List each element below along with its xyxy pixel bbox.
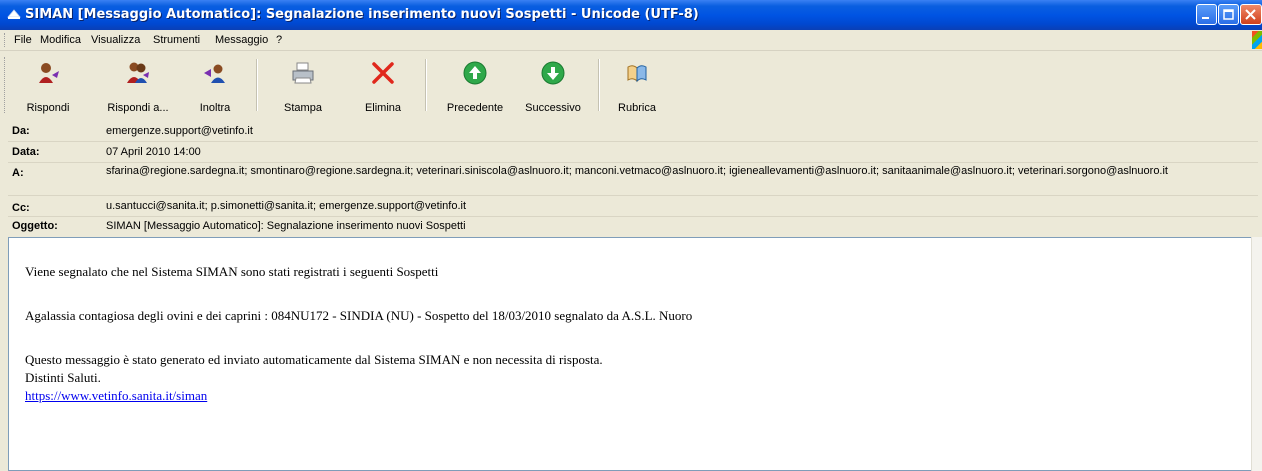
- delete-icon: [372, 62, 394, 84]
- maximize-button[interactable]: [1218, 4, 1239, 25]
- toolbar-separator: [425, 59, 427, 111]
- reply-all-label: Rispondi a...: [107, 102, 169, 114]
- outlook-express-icon: [7, 9, 21, 19]
- toolbar-separator: [598, 59, 600, 111]
- menu-strumenti[interactable]: Strumenti: [153, 34, 200, 46]
- arrow-down-icon: [541, 61, 565, 85]
- close-button[interactable]: [1240, 4, 1262, 25]
- date-label: Data:: [12, 146, 40, 158]
- from-label: Da:: [12, 125, 30, 137]
- cc-label: Cc:: [12, 202, 30, 214]
- body-line: Agalassia contagiosa degli ovini e dei c…: [25, 308, 693, 323]
- vertical-scrollbar[interactable]: [1251, 237, 1262, 471]
- minimize-icon: [1202, 17, 1209, 19]
- from-value: emergenze.support@vetinfo.it: [106, 125, 253, 137]
- delete-label: Elimina: [364, 102, 402, 114]
- windows-logo-icon: [1252, 31, 1262, 49]
- menu-bar: File Modifica Visualizza Strumenti Messa…: [0, 30, 1262, 51]
- maximize-icon: [1223, 9, 1234, 20]
- reply-all-icon: [127, 62, 149, 83]
- printer-icon: [292, 62, 314, 84]
- toolbar: Rispondi Rispondi a... Inoltra Stampa El…: [0, 51, 1262, 120]
- next-button[interactable]: Successivo: [518, 51, 588, 119]
- menu-file[interactable]: File: [14, 34, 32, 46]
- subject-value: SIMAN [Messaggio Automatico]: Segnalazio…: [106, 220, 466, 232]
- reply-icon: [39, 63, 59, 83]
- toolbar-grip[interactable]: [4, 57, 8, 113]
- forward-button[interactable]: Inoltra: [190, 51, 240, 119]
- toolbar-separator: [256, 59, 258, 111]
- menu-modifica[interactable]: Modifica: [40, 34, 81, 46]
- arrow-up-icon: [463, 61, 487, 85]
- menu-messaggio[interactable]: Messaggio: [215, 34, 268, 46]
- cc-value: u.santucci@sanita.it; p.simonetti@sanita…: [106, 200, 467, 212]
- message-headers: Da: emergenze.support@vetinfo.it Data: 0…: [8, 119, 1262, 236]
- reply-button[interactable]: Rispondi: [20, 51, 76, 119]
- forward-icon: [204, 64, 225, 83]
- to-label: A:: [12, 167, 24, 179]
- forward-label: Inoltra: [199, 102, 231, 114]
- body-line: Viene segnalato che nel Sistema SIMAN so…: [25, 264, 439, 279]
- address-book-button[interactable]: Rubrica: [612, 51, 662, 119]
- menu-grip[interactable]: [4, 33, 8, 47]
- next-label: Successivo: [525, 102, 581, 114]
- header-divider: [8, 216, 1258, 217]
- previous-button[interactable]: Precedente: [440, 51, 510, 119]
- address-book-icon: [627, 65, 647, 83]
- date-value: 07 April 2010 14:00: [106, 146, 201, 158]
- reply-label: Rispondi: [26, 102, 70, 114]
- left-frame: [0, 119, 8, 471]
- body-line: Questo messaggio è stato generato ed inv…: [25, 352, 603, 367]
- message-body[interactable]: Viene segnalato che nel Sistema SIMAN so…: [8, 237, 1252, 471]
- title-bar[interactable]: SIMAN [Messaggio Automatico]: Segnalazio…: [0, 0, 1262, 30]
- reply-all-button[interactable]: Rispondi a...: [101, 51, 175, 119]
- minimize-button[interactable]: [1196, 4, 1217, 25]
- previous-label: Precedente: [446, 102, 504, 114]
- body-line: Distinti Saluti.: [25, 370, 101, 385]
- close-icon: [1245, 9, 1256, 20]
- header-divider: [8, 195, 1258, 196]
- print-label: Stampa: [284, 102, 322, 114]
- print-button[interactable]: Stampa: [276, 51, 330, 119]
- to-value: sfarina@regione.sardegna.it; smontinaro@…: [106, 165, 1168, 177]
- header-divider: [8, 162, 1258, 163]
- subject-label: Oggetto:: [12, 220, 58, 232]
- menu-help[interactable]: ?: [276, 34, 282, 46]
- address-book-label: Rubrica: [618, 102, 656, 114]
- menu-visualizza[interactable]: Visualizza: [91, 34, 140, 46]
- delete-button[interactable]: Elimina: [358, 51, 408, 119]
- header-divider: [8, 141, 1258, 142]
- window-title: SIMAN [Messaggio Automatico]: Segnalazio…: [25, 7, 699, 22]
- siman-link[interactable]: https://www.vetinfo.sanita.it/siman: [25, 388, 207, 404]
